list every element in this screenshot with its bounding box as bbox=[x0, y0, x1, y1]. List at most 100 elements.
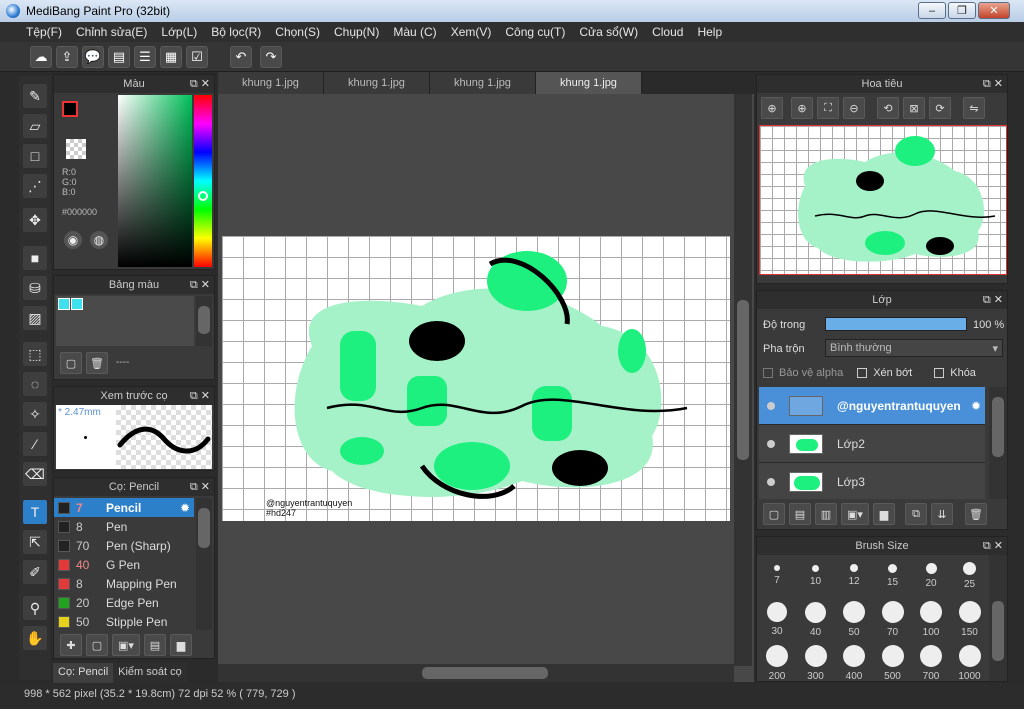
new-layer-icon[interactable]: ▢ bbox=[763, 503, 785, 525]
eye-icon[interactable] bbox=[767, 439, 775, 448]
menu-select[interactable]: Chọn(S) bbox=[275, 25, 320, 39]
eyedropper-tool-icon[interactable]: ⚲ bbox=[23, 596, 47, 620]
brush-item[interactable]: 8 Pen bbox=[54, 517, 194, 536]
brush-item[interactable]: 20 Edge Pen bbox=[54, 593, 194, 612]
select-eraser-tool-icon[interactable]: ⌫ bbox=[23, 462, 47, 486]
layer-menu-icon[interactable]: ▣▾ bbox=[841, 503, 869, 525]
eye-icon[interactable] bbox=[767, 401, 775, 410]
panel-layout-icon[interactable]: ▦ bbox=[160, 46, 182, 68]
layer-row[interactable]: Lớp2 bbox=[759, 425, 985, 463]
comment-icon[interactable]: 💬 bbox=[82, 46, 104, 68]
brush-size-preset[interactable]: 7 bbox=[759, 557, 795, 597]
move-tool-icon[interactable]: ✥ bbox=[23, 208, 47, 232]
panel-controls-icon[interactable]: ⧉ ✕ bbox=[190, 478, 210, 496]
lasso-tool-icon[interactable]: ◌ bbox=[23, 372, 47, 396]
protect-alpha-checkbox[interactable] bbox=[763, 368, 773, 378]
zoom-fit-icon[interactable]: ⊕ bbox=[791, 97, 813, 119]
menu-help[interactable]: Help bbox=[697, 25, 722, 39]
add-brush-icon[interactable]: ✚ bbox=[60, 634, 82, 656]
select-pen-tool-icon[interactable]: ⁄ bbox=[23, 432, 47, 456]
brush-size-preset[interactable]: 12 bbox=[836, 557, 872, 597]
artwork-canvas[interactable]: @nguyentrantuquyen #hd247 bbox=[222, 236, 730, 521]
clipping-checkbox[interactable] bbox=[857, 368, 868, 378]
brush-size-preset[interactable]: 400 bbox=[836, 645, 872, 681]
rect-select-tool-icon[interactable]: ⬚ bbox=[23, 342, 47, 366]
brush-size-preset[interactable]: 25 bbox=[952, 557, 988, 597]
minimize-button[interactable]: – bbox=[918, 2, 946, 19]
brush-size-preset[interactable]: 20 bbox=[913, 557, 949, 597]
delete-layer-icon[interactable]: 🗑 bbox=[965, 503, 987, 525]
brush-settings-icon[interactable]: ▤ bbox=[144, 634, 166, 656]
brush-size-preset[interactable]: 40 bbox=[798, 601, 834, 641]
hue-slider[interactable] bbox=[194, 95, 212, 267]
color-wheel-icon[interactable]: ◍ bbox=[90, 231, 108, 249]
menu-color[interactable]: Màu (C) bbox=[393, 25, 436, 39]
magic-wand-tool-icon[interactable]: ✧ bbox=[23, 402, 47, 426]
maximize-button[interactable]: ❐ bbox=[948, 2, 976, 19]
operation-tool-icon[interactable]: ⇱ bbox=[23, 530, 47, 554]
document-tab[interactable]: khung 1.jpg bbox=[324, 72, 430, 94]
menu-window[interactable]: Cửa sổ(W) bbox=[579, 25, 638, 39]
checklist-icon[interactable]: ☑ bbox=[186, 46, 208, 68]
menu-snap[interactable]: Chụp(N) bbox=[334, 25, 379, 39]
navigator-preview[interactable] bbox=[759, 125, 1007, 275]
rotate-right-icon[interactable]: ⟳ bbox=[929, 97, 951, 119]
gradient-tool-icon[interactable]: ▨ bbox=[23, 306, 47, 330]
brush-size-preset[interactable]: 15 bbox=[875, 557, 911, 597]
new-palette-icon[interactable]: ▢ bbox=[60, 352, 82, 374]
brush-size-preset[interactable]: 500 bbox=[875, 645, 911, 681]
hand-tool-icon[interactable]: ✋ bbox=[23, 626, 47, 650]
gear-icon[interactable]: ✹ bbox=[180, 501, 190, 515]
undo-icon[interactable]: ↶ bbox=[230, 46, 252, 68]
divide-tool-icon[interactable]: ✐ bbox=[23, 560, 47, 584]
palette-swatch[interactable] bbox=[58, 298, 70, 310]
rotate-left-icon[interactable]: ⟲ bbox=[877, 97, 899, 119]
zoom-in-icon[interactable]: ⊕ bbox=[761, 97, 783, 119]
menu-layer[interactable]: Lớp(L) bbox=[161, 25, 197, 39]
brush-size-preset[interactable]: 70 bbox=[875, 601, 911, 641]
fit-screen-icon[interactable]: ⛶ bbox=[817, 97, 839, 119]
brush-item[interactable]: 8 Mapping Pen bbox=[54, 574, 194, 593]
merge-layer-icon[interactable]: ⇊ bbox=[931, 503, 953, 525]
eraser-tool-icon[interactable]: ▱ bbox=[23, 114, 47, 138]
transparent-color-swatch[interactable] bbox=[66, 139, 86, 159]
bucket-tool-icon[interactable]: ⛁ bbox=[23, 276, 47, 300]
layer-row[interactable]: @nguyentrantuquyen ✹ bbox=[759, 387, 985, 425]
foreground-color-swatch[interactable] bbox=[62, 101, 78, 117]
new-halftone-layer-icon[interactable]: ▤ bbox=[789, 503, 811, 525]
menu-cloud[interactable]: Cloud bbox=[652, 25, 683, 39]
document-icon[interactable]: ☰ bbox=[134, 46, 156, 68]
redo-icon[interactable]: ↷ bbox=[260, 46, 282, 68]
brush-size-preset[interactable]: 10 bbox=[798, 557, 834, 597]
panel-controls-icon[interactable]: ⧉ ✕ bbox=[190, 387, 210, 405]
menu-file[interactable]: Tệp(F) bbox=[26, 25, 62, 39]
flip-icon[interactable]: ⇋ bbox=[963, 97, 985, 119]
menu-view[interactable]: Xem(V) bbox=[451, 25, 492, 39]
folder-icon[interactable]: ▆ bbox=[873, 503, 895, 525]
saturation-value-picker[interactable] bbox=[118, 95, 192, 267]
palette-icon[interactable]: ◉ bbox=[64, 231, 82, 249]
fill-rect-tool-icon[interactable]: ■ bbox=[23, 246, 47, 270]
brush-size-preset[interactable]: 50 bbox=[836, 601, 872, 641]
brush-size-preset[interactable]: 1000 bbox=[952, 645, 988, 681]
brush-item[interactable]: 50 Stipple Pen bbox=[54, 612, 194, 631]
zoom-out-icon[interactable]: ⊖ bbox=[843, 97, 865, 119]
brush-size-preset[interactable]: 200 bbox=[759, 645, 795, 681]
close-button[interactable]: ✕ bbox=[978, 2, 1010, 19]
new-brush-icon[interactable]: ▢ bbox=[86, 634, 108, 656]
panel-controls-icon[interactable]: ⧉ ✕ bbox=[190, 276, 210, 294]
canvas-horizontal-scrollbar[interactable] bbox=[218, 664, 734, 682]
document-tab-active[interactable]: khung 1.jpg bbox=[536, 72, 642, 94]
upload-icon[interactable]: ⇪ bbox=[56, 46, 78, 68]
tab-brush-control[interactable]: Kiểm soát cọ bbox=[113, 663, 187, 683]
lock-checkbox[interactable] bbox=[934, 368, 945, 378]
menu-filter[interactable]: Bộ lọc(R) bbox=[211, 25, 261, 39]
menu-edit[interactable]: Chỉnh sửa(E) bbox=[76, 25, 147, 39]
brush-item[interactable]: 40 G Pen bbox=[54, 555, 194, 574]
panel-controls-icon[interactable]: ⧉ ✕ bbox=[983, 537, 1003, 555]
brush-tool-icon[interactable]: ✎ bbox=[23, 84, 47, 108]
canvas-vertical-scrollbar[interactable] bbox=[734, 94, 752, 666]
document-tab[interactable]: khung 1.jpg bbox=[430, 72, 536, 94]
message-icon[interactable]: ▤ bbox=[108, 46, 130, 68]
tab-brush[interactable]: Cọ: Pencil bbox=[53, 663, 114, 683]
